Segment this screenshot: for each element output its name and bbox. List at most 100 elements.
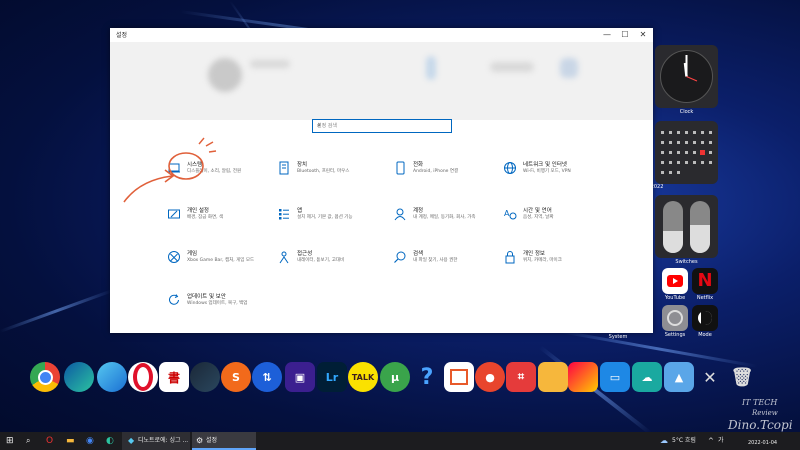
setting-name: 업데이트 및 보안 [187,294,226,300]
setting-desc: 내 파일 찾기, 사용 권한 [413,258,458,263]
setting-accessibility[interactable]: 접근성 내레이터, 돋보기, 고대비 [277,248,381,272]
person-icon [394,208,406,221]
help-icon[interactable]: ? [412,362,442,392]
tools-icon[interactable]: ✕ [695,362,725,392]
taskbar-app-settings[interactable]: ⚙ 설정 [192,432,256,450]
setting-time-language[interactable]: A 시간 및 언어 음성, 지역, 날짜 [503,205,607,229]
globe-icon [504,162,516,174]
setting-gaming[interactable]: 게임 Xbox Game Bar, 캡처, 게임 모드 [167,248,271,272]
setting-name: 앱 [297,208,303,214]
setting-name: 장치 [297,162,308,168]
folder-icon[interactable] [538,362,568,392]
setting-name: 전화 [413,162,424,168]
calligraphy-app-icon[interactable]: 書 [159,362,189,392]
tray-chevron-icon[interactable]: ^ [708,432,714,450]
lightroom-icon[interactable]: Lr [317,362,347,392]
taskbar: ⊞ ⌕ O ▬ ◉ ◐ ◆ 디노트로에: 싱그 ... ⚙ 설정 ☁ 5°C 흐… [0,432,800,450]
taskbar-app-dino[interactable]: ◆ 디노트로에: 싱그 ... [122,432,190,450]
setting-update-security[interactable]: 업데이트 및 보안 Windows 업데이트, 복구, 백업 [167,291,271,315]
setting-desc: 내 계정, 메일, 동기화, 회사, 가족 [413,215,476,220]
gom-player-icon[interactable]: ● [475,362,505,392]
transfer-app-icon[interactable]: ⇅ [252,362,282,392]
opera-icon[interactable] [128,362,158,392]
setting-name: 게임 [187,251,198,257]
title-bar[interactable]: 설정 — ☐ ✕ [110,28,653,42]
date-text[interactable]: 2022-01-04 [748,436,777,450]
cpu-icon[interactable]: ▣ [285,362,315,392]
setting-desc: Wi-Fi, 비행기 모드, VPN [523,169,571,174]
s-app-icon[interactable]: S [221,362,251,392]
trash-icon[interactable]: 🗑 [727,362,757,392]
watermark-line-1: IT TECH [742,398,778,407]
wallpaper-streak [0,289,114,333]
chrome-taskbar-icon[interactable]: ◉ [86,432,94,450]
keyboard-icon [279,161,289,175]
monitor-icon[interactable]: ▭ [600,362,630,392]
clock-icon [660,50,713,103]
clock-label: Clock [679,109,694,115]
search-icon[interactable]: ⌕ [26,432,30,450]
setting-desc: 음성, 지역, 날짜 [523,215,554,220]
setting-accounts[interactable]: 계정 내 계정, 메일, 동기화, 회사, 가족 [393,205,497,229]
opera-taskbar-icon[interactable]: O [46,432,53,450]
close-button[interactable]: ✕ [634,29,652,41]
netflix-label: Netflix [696,295,714,301]
lock-icon [505,251,515,264]
setting-desc: Android, iPhone 연결 [413,169,459,174]
twitter-browser-icon[interactable] [97,362,127,392]
accessibility-icon [279,251,289,264]
setting-desc: 내레이터, 돋보기, 고대비 [297,258,345,263]
account-name-blur [250,60,290,68]
switches-widget[interactable] [655,195,718,258]
gear-icon: ⚙ [196,436,204,445]
utorrent-icon[interactable]: µ [380,362,410,392]
file-explorer-icon[interactable]: ▬ [66,432,75,450]
mode-app-icon[interactable] [692,305,718,331]
brightness-level [690,225,710,253]
language-indicator[interactable]: 가 [718,432,724,450]
gallery-icon[interactable]: ▲ [664,362,694,392]
onedrive-blur [490,62,534,72]
clock-widget[interactable] [655,45,718,108]
setting-privacy[interactable]: 개인 정보 위치, 카메라, 마이크 [503,248,607,272]
taskbar-app-label: 디노트로에: 싱그 ... [138,437,189,444]
calendar-widget[interactable] [655,121,718,184]
crop-icon[interactable]: ⌗ [506,362,536,392]
annotation-circle-arrow [123,137,217,203]
setting-apps[interactable]: 앱 설치 제거, 기본 값, 옵션 기능 [277,205,381,229]
svg-text:A: A [504,209,510,218]
setting-search[interactable]: 검색 내 파일 찾기, 사용 권한 [393,248,497,272]
youtube-app-icon[interactable] [662,268,688,294]
edge-icon[interactable] [64,362,94,392]
avatar [208,58,242,92]
mode-label: Mode [698,332,712,338]
windows-start-icon[interactable]: ⊞ [6,432,14,450]
setting-desc: Windows 업데이트, 복구, 백업 [187,301,248,306]
setting-devices[interactable]: 장치 Bluetooth, 프린터, 마우스 [277,159,381,183]
minimize-button[interactable]: — [598,29,616,41]
kakaotalk-icon[interactable]: TALK [348,362,378,392]
setting-phone[interactable]: 전화 Android, iPhone 연결 [393,159,497,183]
maximize-button[interactable]: ☐ [616,29,634,41]
setting-name: 계정 [413,208,424,214]
settings-app-icon[interactable] [662,305,688,331]
image-app-icon[interactable] [444,362,474,392]
cloud-download-icon[interactable]: ☁ [632,362,662,392]
window-title: 설정 [116,32,128,39]
account-banner [110,42,653,120]
netflix-app-icon[interactable]: N [692,268,718,294]
steam-icon[interactable] [190,362,220,392]
search-icon: ⌕ [317,121,321,129]
setting-name: 접근성 [297,251,313,257]
twitter-browser-small-icon: ◆ [128,436,135,445]
phone-icon [396,161,405,175]
update-icon-blur [560,58,578,78]
search-icon [394,251,406,263]
settings-search-input[interactable]: 설정 검색 ⌕ [312,119,452,133]
setting-network[interactable]: 네트워크 및 인터넷 Wi-Fi, 비행기 모드, VPN [503,159,607,183]
calendar-grid-icon [661,131,712,174]
photo-editor-icon[interactable] [568,362,598,392]
chrome-icon[interactable] [30,362,60,392]
edge-taskbar-icon[interactable]: ◐ [106,432,114,450]
weather-text[interactable]: 5°C 흐림 [672,432,696,450]
